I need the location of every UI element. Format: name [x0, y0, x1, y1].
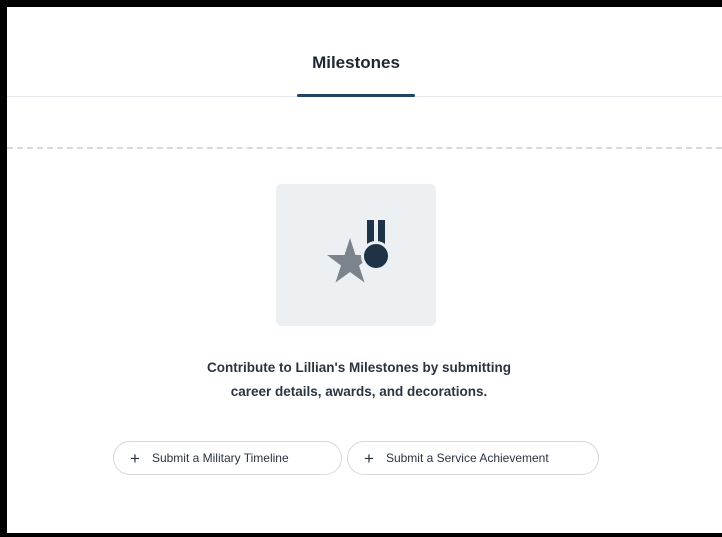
- submit-service-achievement-label: Submit a Service Achievement: [385, 451, 549, 465]
- active-tab-indicator: [297, 94, 415, 97]
- empty-state-message: Contribute to Lillian's Milestones by su…: [127, 356, 591, 404]
- dashed-divider: [7, 147, 722, 149]
- tab-bar: Milestones: [7, 7, 722, 97]
- medal-star-icon: [327, 220, 391, 283]
- empty-state-line-1: Contribute to Lillian's Milestones by su…: [207, 360, 511, 375]
- submit-military-timeline-label: Submit a Military Timeline: [151, 451, 289, 465]
- empty-state-illustration: [276, 184, 436, 326]
- submit-military-timeline-button[interactable]: + Submit a Military Timeline: [113, 441, 342, 475]
- submit-service-achievement-button[interactable]: + Submit a Service Achievement: [347, 441, 599, 475]
- plus-icon: +: [364, 448, 374, 468]
- action-buttons: + Submit a Military Timeline + Submit a …: [7, 441, 722, 477]
- milestones-panel: Milestones Contribute to Lillian's Miles…: [7, 7, 722, 533]
- medal-disc: [361, 241, 391, 271]
- empty-state-line-2: career details, awards, and decorations.: [230, 384, 488, 399]
- tab-milestones-label: Milestones: [312, 53, 400, 72]
- plus-icon: +: [130, 448, 140, 468]
- tab-milestones[interactable]: Milestones: [297, 7, 415, 97]
